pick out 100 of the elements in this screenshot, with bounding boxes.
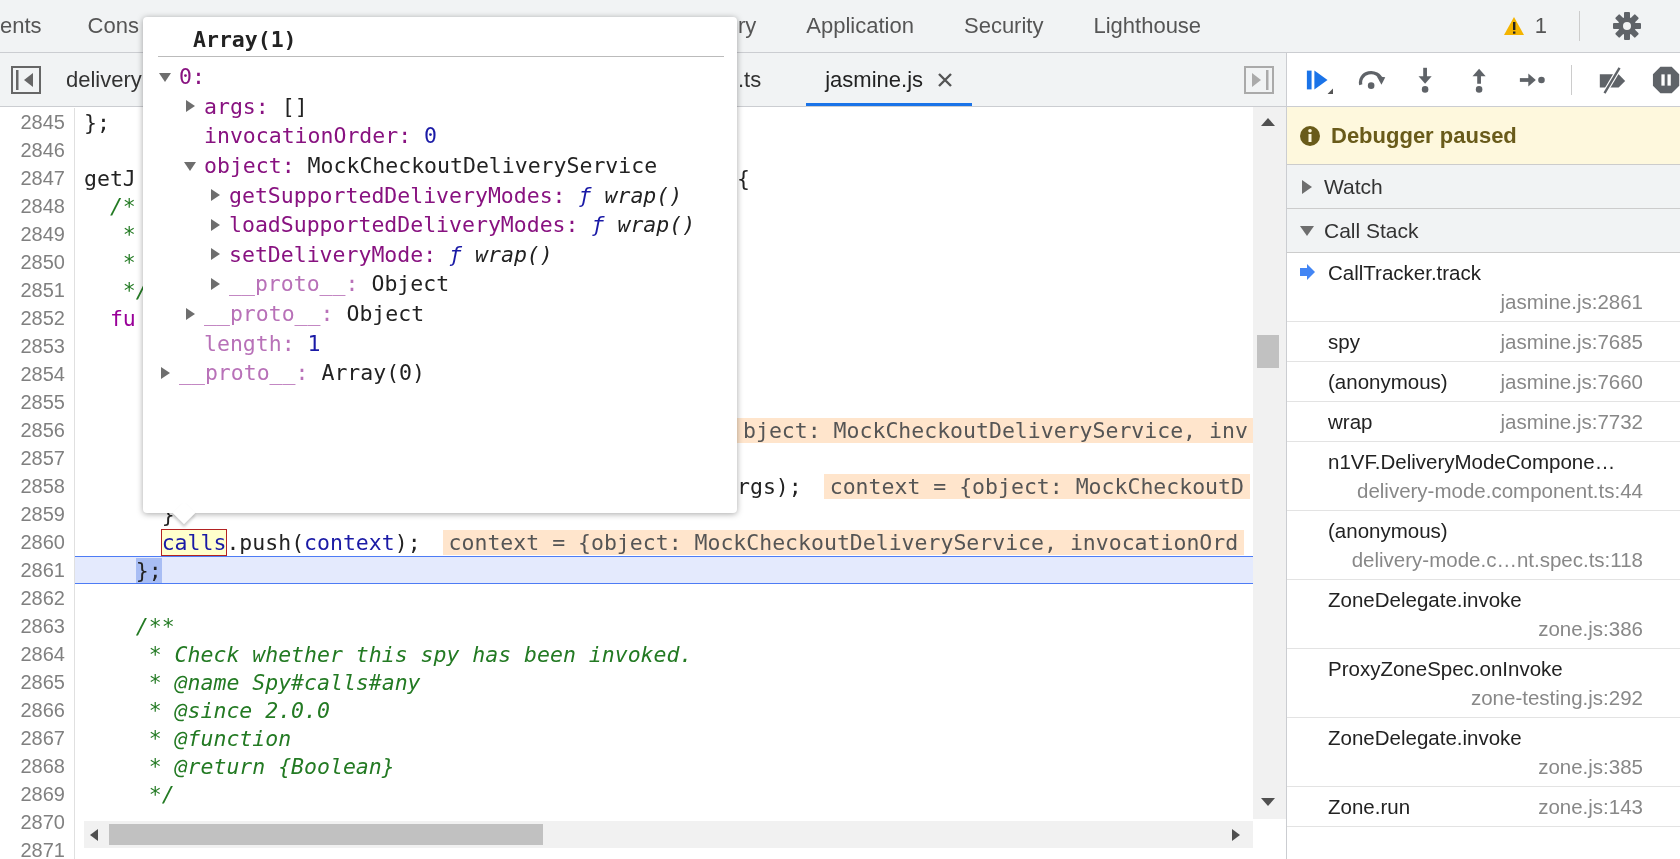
line-number[interactable]: 2858 <box>0 472 75 500</box>
expanded-triangle-icon[interactable] <box>184 159 196 172</box>
settings-icon[interactable] <box>1612 11 1642 41</box>
warning-icon[interactable] <box>1502 16 1525 36</box>
code-variable: context <box>304 529 395 555</box>
section-header[interactable]: Call Stack <box>1287 209 1680 253</box>
hovered-variable[interactable]: calls <box>161 529 227 555</box>
warning-count[interactable]: 1 <box>1534 13 1547 39</box>
function-name: spy <box>1328 329 1360 355</box>
function-name: ZoneDelegate.invoke <box>1328 587 1522 613</box>
panel-tab[interactable]: ents <box>0 13 42 39</box>
line-number[interactable]: 2859 <box>0 500 75 528</box>
panel-tab[interactable]: Lighthouse <box>1093 13 1202 39</box>
collapsed-triangle-icon[interactable] <box>184 100 196 113</box>
close-icon[interactable] <box>937 71 954 88</box>
line-number[interactable]: 2847 <box>0 164 75 192</box>
code-comment: * @function <box>148 725 292 751</box>
line-number[interactable]: 2868 <box>0 752 75 780</box>
inline-value: bject: MockCheckoutDeliveryService, inv <box>737 417 1253 443</box>
source-location[interactable]: jasmine.js:2861 <box>1500 287 1643 316</box>
collapsed-triangle-icon[interactable] <box>159 366 171 379</box>
property-key: loadSupportedDeliveryModes: <box>229 212 579 238</box>
scroll-left-icon[interactable] <box>89 828 99 842</box>
function-name: ProxyZoneSpec.onInvoke <box>1328 656 1563 682</box>
line-number[interactable]: 2866 <box>0 696 75 724</box>
line-number[interactable]: 2860 <box>0 528 75 556</box>
sidebar-toggle-icon[interactable] <box>1244 65 1274 94</box>
section-header[interactable]: Watch <box>1287 165 1680 209</box>
property-value: wrap() <box>475 241 553 267</box>
source-location[interactable]: zone.js:385 <box>1538 752 1643 781</box>
file-tab[interactable]: .ts <box>737 53 807 106</box>
call-frame[interactable]: spy jasmine.js:7685 <box>1287 322 1680 362</box>
file-tab[interactable]: jasmine.js <box>806 53 973 106</box>
line-number[interactable]: 2846 <box>0 136 75 164</box>
code-text: .push( <box>226 529 305 555</box>
line-number[interactable]: 2869 <box>0 780 75 808</box>
source-location[interactable]: zone-testing.js:292 <box>1470 683 1643 712</box>
scroll-up-icon[interactable] <box>1260 117 1276 127</box>
code-text: getJ <box>84 165 136 191</box>
property-value: 1 <box>307 330 321 356</box>
expanded-triangle-icon[interactable] <box>1300 223 1314 238</box>
call-frame[interactable]: Zone.run zone.js:143 <box>1287 787 1680 827</box>
pause-on-exceptions-icon[interactable] <box>1651 64 1680 95</box>
line-number[interactable]: 2856 <box>0 416 75 444</box>
source-location[interactable]: jasmine.js:7685 <box>1500 327 1643 356</box>
code-text: ); <box>394 529 421 555</box>
call-frame[interactable]: wrap jasmine.js:7732 <box>1287 402 1680 442</box>
collapsed-triangle-icon[interactable] <box>1300 179 1314 194</box>
file-tab[interactable]: delivery <box>66 63 142 96</box>
line-number[interactable]: 2853 <box>0 332 75 360</box>
call-frame[interactable]: (anonymous) delivery-mode.c…nt.spec.ts:118 <box>1287 511 1680 580</box>
call-frame[interactable]: ZoneDelegate.invoke zone.js:386 <box>1287 580 1680 649</box>
line-number[interactable]: 2865 <box>0 668 75 696</box>
line-number[interactable]: 2864 <box>0 640 75 668</box>
code-text: rgs); <box>737 473 802 499</box>
line-number[interactable]: 2854 <box>0 360 75 388</box>
line-number[interactable]: 2849 <box>0 220 75 248</box>
call-frame[interactable]: ZoneDelegate.invoke zone.js:385 <box>1287 718 1680 787</box>
line-number[interactable]: 2870 <box>0 808 75 836</box>
function-name: n1VF.DeliveryModeCompone… <box>1328 449 1616 475</box>
line-number[interactable]: 2867 <box>0 724 75 752</box>
call-frame[interactable]: ProxyZoneSpec.onInvoke zone-testing.js:292 <box>1287 649 1680 718</box>
sidebar-toggle-icon[interactable] <box>11 65 41 94</box>
call-frame[interactable]: (anonymous) jasmine.js:7660 <box>1287 362 1680 402</box>
collapsed-triangle-icon[interactable] <box>209 218 221 231</box>
vertical-scrollbar[interactable] <box>1253 107 1286 819</box>
collapsed-triangle-icon[interactable] <box>209 189 221 202</box>
source-location[interactable]: delivery-mode.component.ts:44 <box>1357 476 1643 505</box>
expanded-triangle-icon[interactable] <box>159 70 171 83</box>
function-name: wrap <box>1328 409 1373 435</box>
line-number[interactable]: 2857 <box>0 444 75 472</box>
scroll-down-icon[interactable] <box>1260 797 1276 807</box>
panel-tab[interactable]: Application <box>806 13 914 39</box>
scrollbar-thumb[interactable] <box>109 824 543 845</box>
scroll-right-icon[interactable] <box>1231 828 1241 842</box>
call-frame[interactable]: n1VF.DeliveryModeCompone… delivery-mode.component.ts:44 <box>1287 442 1680 511</box>
source-location[interactable]: jasmine.js:7660 <box>1500 367 1643 396</box>
line-number[interactable]: 2852 <box>0 304 75 332</box>
call-frame[interactable]: CallTracker.track jasmine.js:2861 <box>1287 253 1680 322</box>
line-number[interactable]: 2855 <box>0 388 75 416</box>
horizontal-scrollbar[interactable] <box>84 821 1253 848</box>
scrollbar-thumb[interactable] <box>1257 335 1279 368</box>
line-number[interactable]: 2862 <box>0 584 75 612</box>
panel-tab[interactable]: Cons <box>87 13 139 39</box>
source-location[interactable]: zone.js:143 <box>1538 792 1643 821</box>
line-number[interactable]: 2845 <box>0 108 75 136</box>
code-text: }; <box>84 109 110 135</box>
line-number[interactable]: 2863 <box>0 612 75 640</box>
line-number[interactable]: 2851 <box>0 276 75 304</box>
source-location[interactable]: zone.js:386 <box>1538 614 1643 643</box>
collapsed-triangle-icon[interactable] <box>184 307 196 320</box>
line-number[interactable]: 2848 <box>0 192 75 220</box>
panel-tab[interactable]: ry <box>738 13 757 39</box>
line-number[interactable]: 2871 <box>0 836 75 859</box>
source-location[interactable]: delivery-mode.c…nt.spec.ts:118 <box>1351 545 1643 574</box>
panel-tab[interactable]: Security <box>963 13 1044 39</box>
source-location[interactable]: jasmine.js:7732 <box>1500 407 1643 436</box>
collapsed-triangle-icon[interactable] <box>209 248 221 261</box>
line-number[interactable]: 2850 <box>0 248 75 276</box>
collapsed-triangle-icon[interactable] <box>209 277 221 290</box>
